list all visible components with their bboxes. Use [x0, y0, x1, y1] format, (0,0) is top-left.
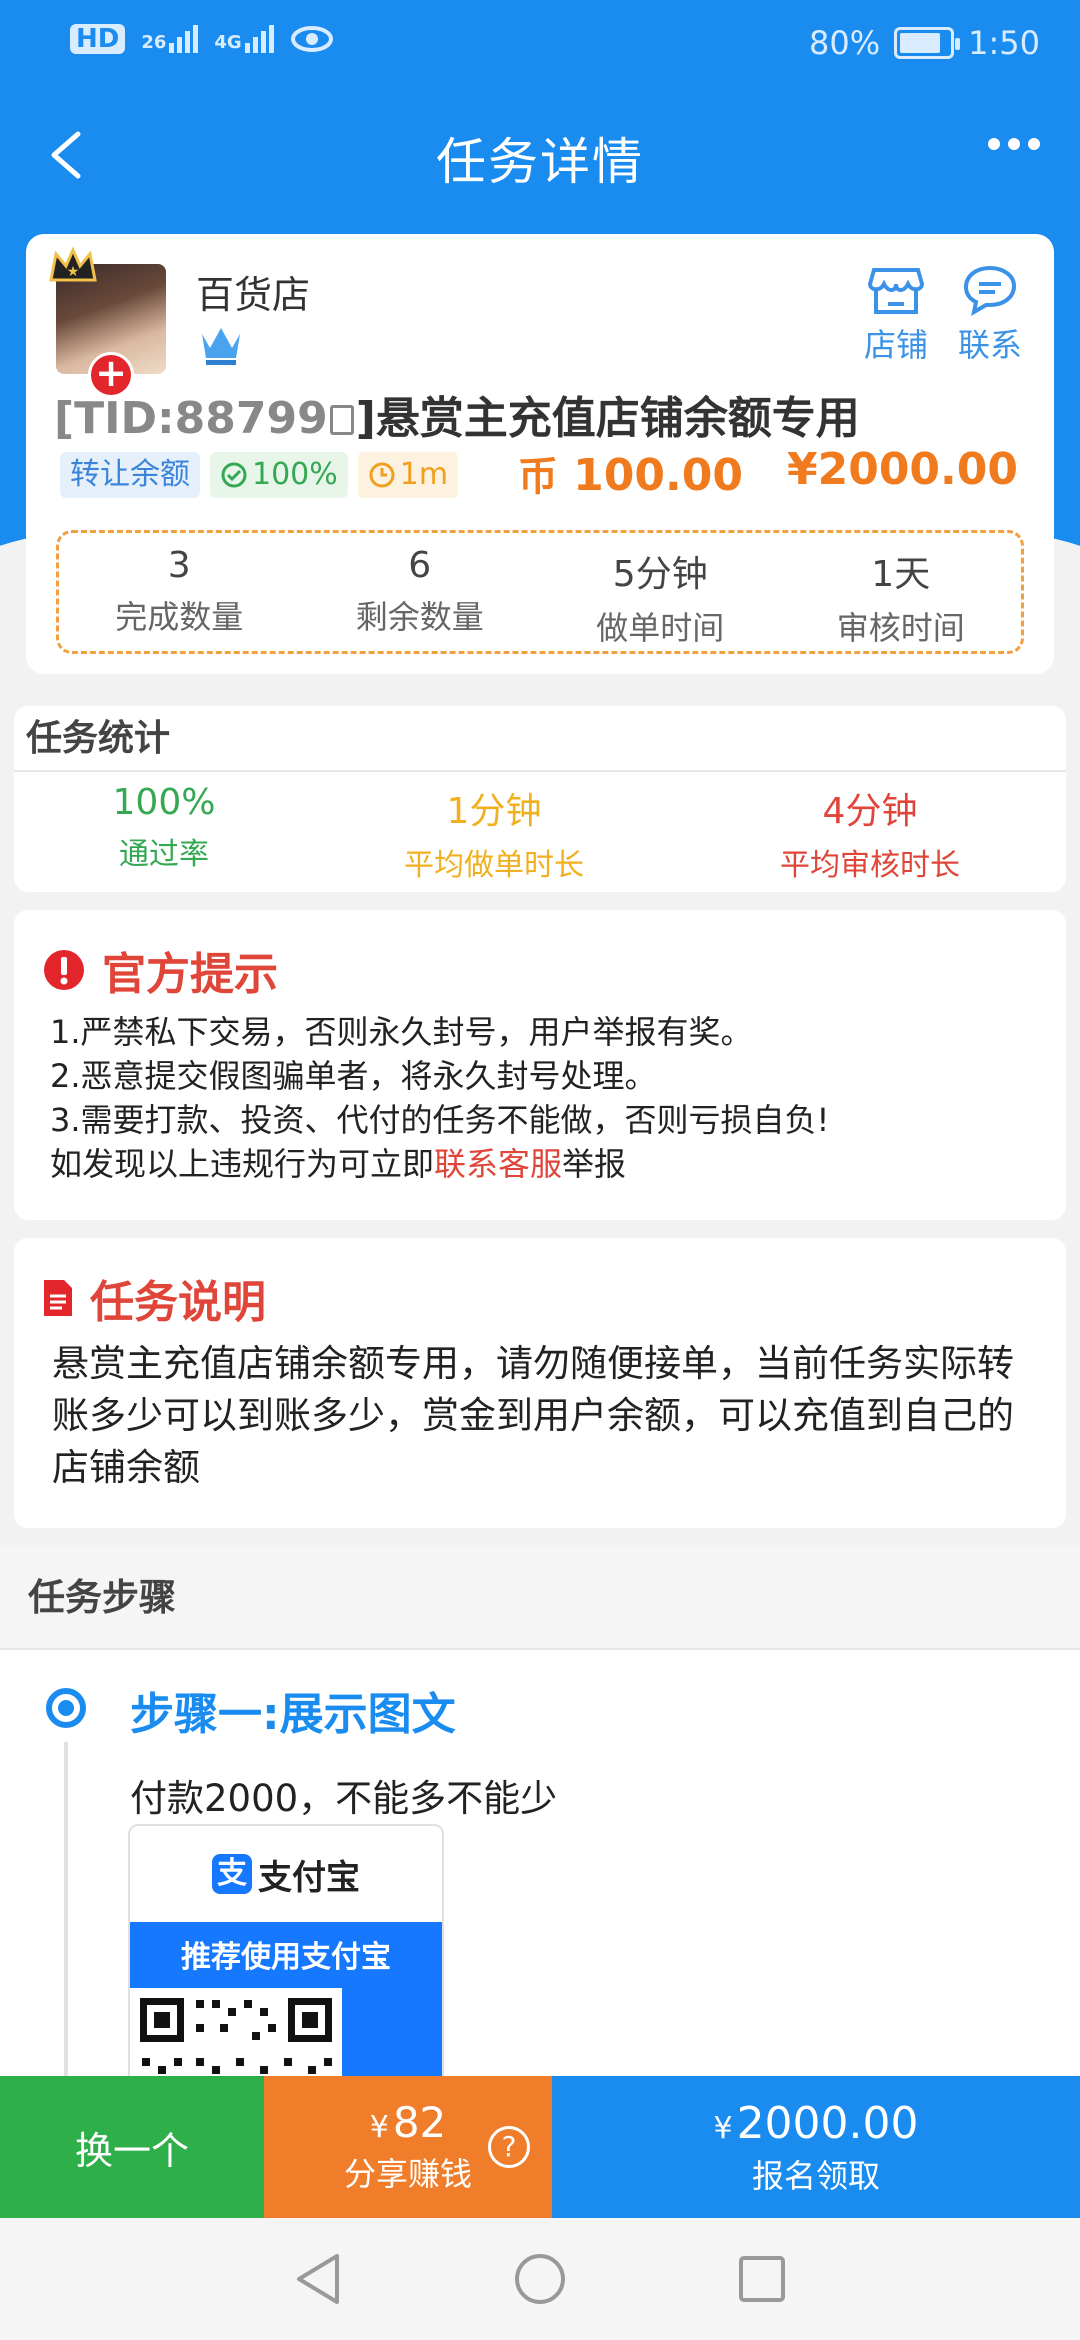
stat-remaining: 6 剩余数量 — [355, 545, 484, 636]
notice-line: 2.恶意提交假图骗单者，将永久封号处理。 — [50, 1057, 657, 1095]
coin-price: 币 100.00 — [517, 450, 743, 501]
task-id: [TID:88799 — [54, 393, 328, 444]
signal-icon: 26 — [141, 25, 199, 53]
document-icon — [44, 1280, 72, 1316]
sign-up-button[interactable]: ¥2000.00 报名领取 — [552, 2076, 1080, 2218]
shop-label: 店铺 — [864, 326, 929, 364]
contact-button[interactable]: 联系 — [958, 264, 1022, 366]
contact-support-link[interactable]: 联系客服 — [434, 1145, 562, 1183]
description-text: 悬赏主充值店铺余额专用，请勿随便接单，当前任务实际转账多少可以到账多少，赏金到用… — [52, 1342, 1014, 1489]
shop-button[interactable]: 店铺 — [864, 264, 928, 366]
store-icon — [868, 268, 924, 314]
clock-icon — [369, 462, 395, 488]
signal-4g-icon: 4G — [214, 25, 274, 53]
help-icon[interactable]: ? — [488, 2126, 530, 2168]
rmb-price: ¥2000.00 — [786, 444, 1018, 495]
avg-work-duration: 1分钟 平均做单时长 — [404, 791, 584, 883]
chat-bubble-icon — [963, 265, 1017, 316]
task-title-text: ]悬赏主充值店铺余额专用 — [355, 393, 860, 444]
notice-heading: 官方提示 — [102, 949, 278, 1000]
stat-completed: 3 完成数量 — [115, 545, 244, 636]
step-timeline — [64, 1742, 68, 2102]
contact-label: 联系 — [958, 326, 1023, 364]
nav-home-icon[interactable] — [513, 2252, 567, 2306]
task-stats-box: 3 完成数量 6 剩余数量 5分钟 做单时间 1天 审核时间 — [56, 530, 1024, 654]
tag-duration: 1m — [357, 452, 459, 498]
tag-pass-rate: 100% — [210, 452, 348, 498]
task-summary-card: ★ + 百货店 店铺 联系 [TID:88799]悬赏主充值店铺余额专用 转让余… — [26, 234, 1054, 674]
tag-transfer: 转让余额 — [60, 452, 200, 498]
copy-icon[interactable] — [329, 405, 354, 435]
task-description-panel: 任务说明 悬赏主充值店铺余额专用，请勿随便接单，当前任务实际转账多少可以到账多少… — [14, 1238, 1066, 1528]
notice-list: 1.严禁私下交易，否则永久封号，用户举报有奖。 2.恶意提交假图骗单者，将永久封… — [50, 1010, 829, 1186]
bottom-action-bar: 换一个 ¥82 分享赚钱 ? ¥2000.00 报名领取 — [0, 2076, 1080, 2218]
step-bullet-icon — [46, 1688, 86, 1728]
task-steps-section: 任务步骤 步骤一:展示图文 付款2000，不能多不能少 支 支付宝 推荐使用支付… — [0, 1546, 1080, 2124]
check-circle-icon — [221, 462, 247, 488]
notice-line: 1.严禁私下交易，否则永久封号，用户举报有奖。 — [50, 1013, 753, 1051]
battery-icon — [894, 27, 961, 59]
battery-percent: 80% — [809, 24, 881, 62]
task-statistics-panel: 任务统计 100% 通过率 1分钟 平均做单时长 4分钟 平均审核时长 — [14, 706, 1066, 892]
nav-recents-icon[interactable] — [737, 2254, 787, 2304]
avg-review-duration: 4分钟 平均审核时长 — [780, 791, 960, 883]
sign-label: 报名领取 — [751, 2157, 880, 2195]
pass-rate: 100% 通过率 — [112, 782, 216, 872]
task-statistics-heading: 任务统计 — [14, 706, 1066, 772]
step-description: 付款2000，不能多不能少 — [130, 1777, 558, 1820]
alipay-recommend-text: 推荐使用支付宝 — [181, 1940, 391, 1975]
sign-amount: 2000.00 — [736, 2098, 919, 2149]
system-nav-bar — [0, 2218, 1080, 2340]
shop-name: 百货店 — [196, 273, 311, 317]
status-bar: HD 26 4G 80% 1:50 — [0, 0, 1080, 92]
alipay-mark-icon: 支 — [212, 1854, 252, 1894]
vip-crown-icon — [202, 328, 240, 365]
alert-icon — [44, 950, 84, 990]
task-title: [TID:88799 ]悬赏主充值店铺余额专用 — [54, 382, 860, 446]
task-prices: 币 100.00 ¥2000.00 — [518, 444, 1018, 502]
step-title: 步骤一:展示图文 — [130, 1689, 456, 1740]
share-amount: 82 — [392, 2098, 447, 2147]
svg-text:★: ★ — [67, 264, 80, 280]
app-bar: 任务详情 — [0, 100, 1080, 210]
stat-work-time: 5分钟 做单时间 — [596, 554, 725, 647]
stat-review-time: 1天 审核时间 — [836, 554, 965, 647]
more-menu-icon[interactable] — [988, 138, 1040, 150]
share-earn-button[interactable]: ¥82 分享赚钱 ? — [264, 2076, 552, 2218]
page-title: 任务详情 — [436, 133, 644, 191]
eye-icon — [290, 26, 333, 52]
description-heading: 任务说明 — [90, 1277, 266, 1328]
clock: 1:50 — [968, 24, 1040, 62]
steps-heading: 任务步骤 — [0, 1546, 1080, 1650]
task-tags: 转让余额 100% 1m — [60, 452, 459, 498]
notice-line: 3.需要打款、投资、代付的任务不能做，否则亏损自负! — [50, 1101, 830, 1139]
crown-icon: ★ — [49, 246, 97, 282]
hd-badge: HD — [70, 24, 126, 54]
notice-line: 如发现以上违规行为可立即联系客服举报 — [50, 1145, 627, 1183]
alipay-logo: 支 支付宝 — [130, 1826, 442, 1922]
official-notice-panel: 官方提示 1.严禁私下交易，否则永久封号，用户举报有奖。 2.恶意提交假图骗单者… — [14, 910, 1066, 1220]
swap-task-button[interactable]: 换一个 — [0, 2076, 264, 2218]
nav-back-icon[interactable] — [293, 2252, 343, 2306]
